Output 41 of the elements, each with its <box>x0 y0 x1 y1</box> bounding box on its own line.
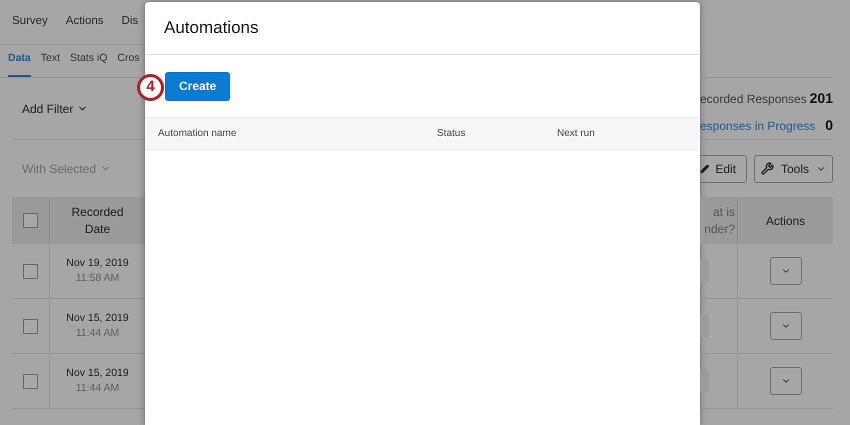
column-header: Status <box>437 127 466 141</box>
column-header: Automation name <box>158 127 238 141</box>
date-text: Nov 15, 2019 <box>66 311 129 326</box>
answer-chip <box>700 370 709 392</box>
checkbox[interactable] <box>23 374 38 388</box>
column-header: Recorded Date <box>70 204 125 238</box>
nav-tab[interactable]: Actions <box>66 13 104 31</box>
edit-button[interactable]: Edit <box>700 154 747 182</box>
sub-tab[interactable]: Data <box>8 51 31 77</box>
summary-label: ecorded Responses <box>700 90 807 108</box>
row-actions-dropdown[interactable] <box>770 367 802 395</box>
column-header: at is nder? <box>703 204 735 238</box>
wrench-icon <box>760 162 774 175</box>
column-header: Next run <box>557 127 595 141</box>
date-text: Nov 15, 2019 <box>66 366 129 381</box>
checkbox[interactable] <box>23 318 38 334</box>
sub-tab[interactable]: Text <box>40 51 60 77</box>
step-badge: 4 <box>137 74 164 101</box>
sub-tab[interactable]: Stats iQ <box>70 51 108 77</box>
date-text: Nov 19, 2019 <box>66 256 129 271</box>
sub-tab[interactable]: Cros <box>117 51 140 77</box>
summary-label[interactable]: esponses in Progress <box>700 116 816 134</box>
time-text: 11:44 AM <box>76 326 120 341</box>
checkbox[interactable] <box>23 264 38 278</box>
time-text: 11:44 AM <box>76 381 120 396</box>
nav-tab[interactable]: Survey <box>12 13 48 31</box>
nav-tab[interactable]: Dis <box>122 13 138 31</box>
create-button[interactable]: Create <box>165 72 230 100</box>
add-filter-button[interactable]: Add Filter <box>22 100 88 118</box>
column-header: Actions <box>766 212 806 230</box>
tools-button[interactable]: Tools <box>754 154 833 182</box>
row-actions-dropdown[interactable] <box>770 257 802 285</box>
answer-chip <box>700 260 709 282</box>
dialog-title: Automations <box>164 17 258 40</box>
summary-count: 201 <box>810 89 833 108</box>
summary-count: 0 <box>825 116 833 135</box>
time-text: 11:58 AM <box>76 271 120 286</box>
answer-chip <box>700 315 709 337</box>
pencil-icon <box>700 162 710 174</box>
checkbox[interactable] <box>23 213 38 228</box>
row-actions-dropdown[interactable] <box>770 312 802 340</box>
